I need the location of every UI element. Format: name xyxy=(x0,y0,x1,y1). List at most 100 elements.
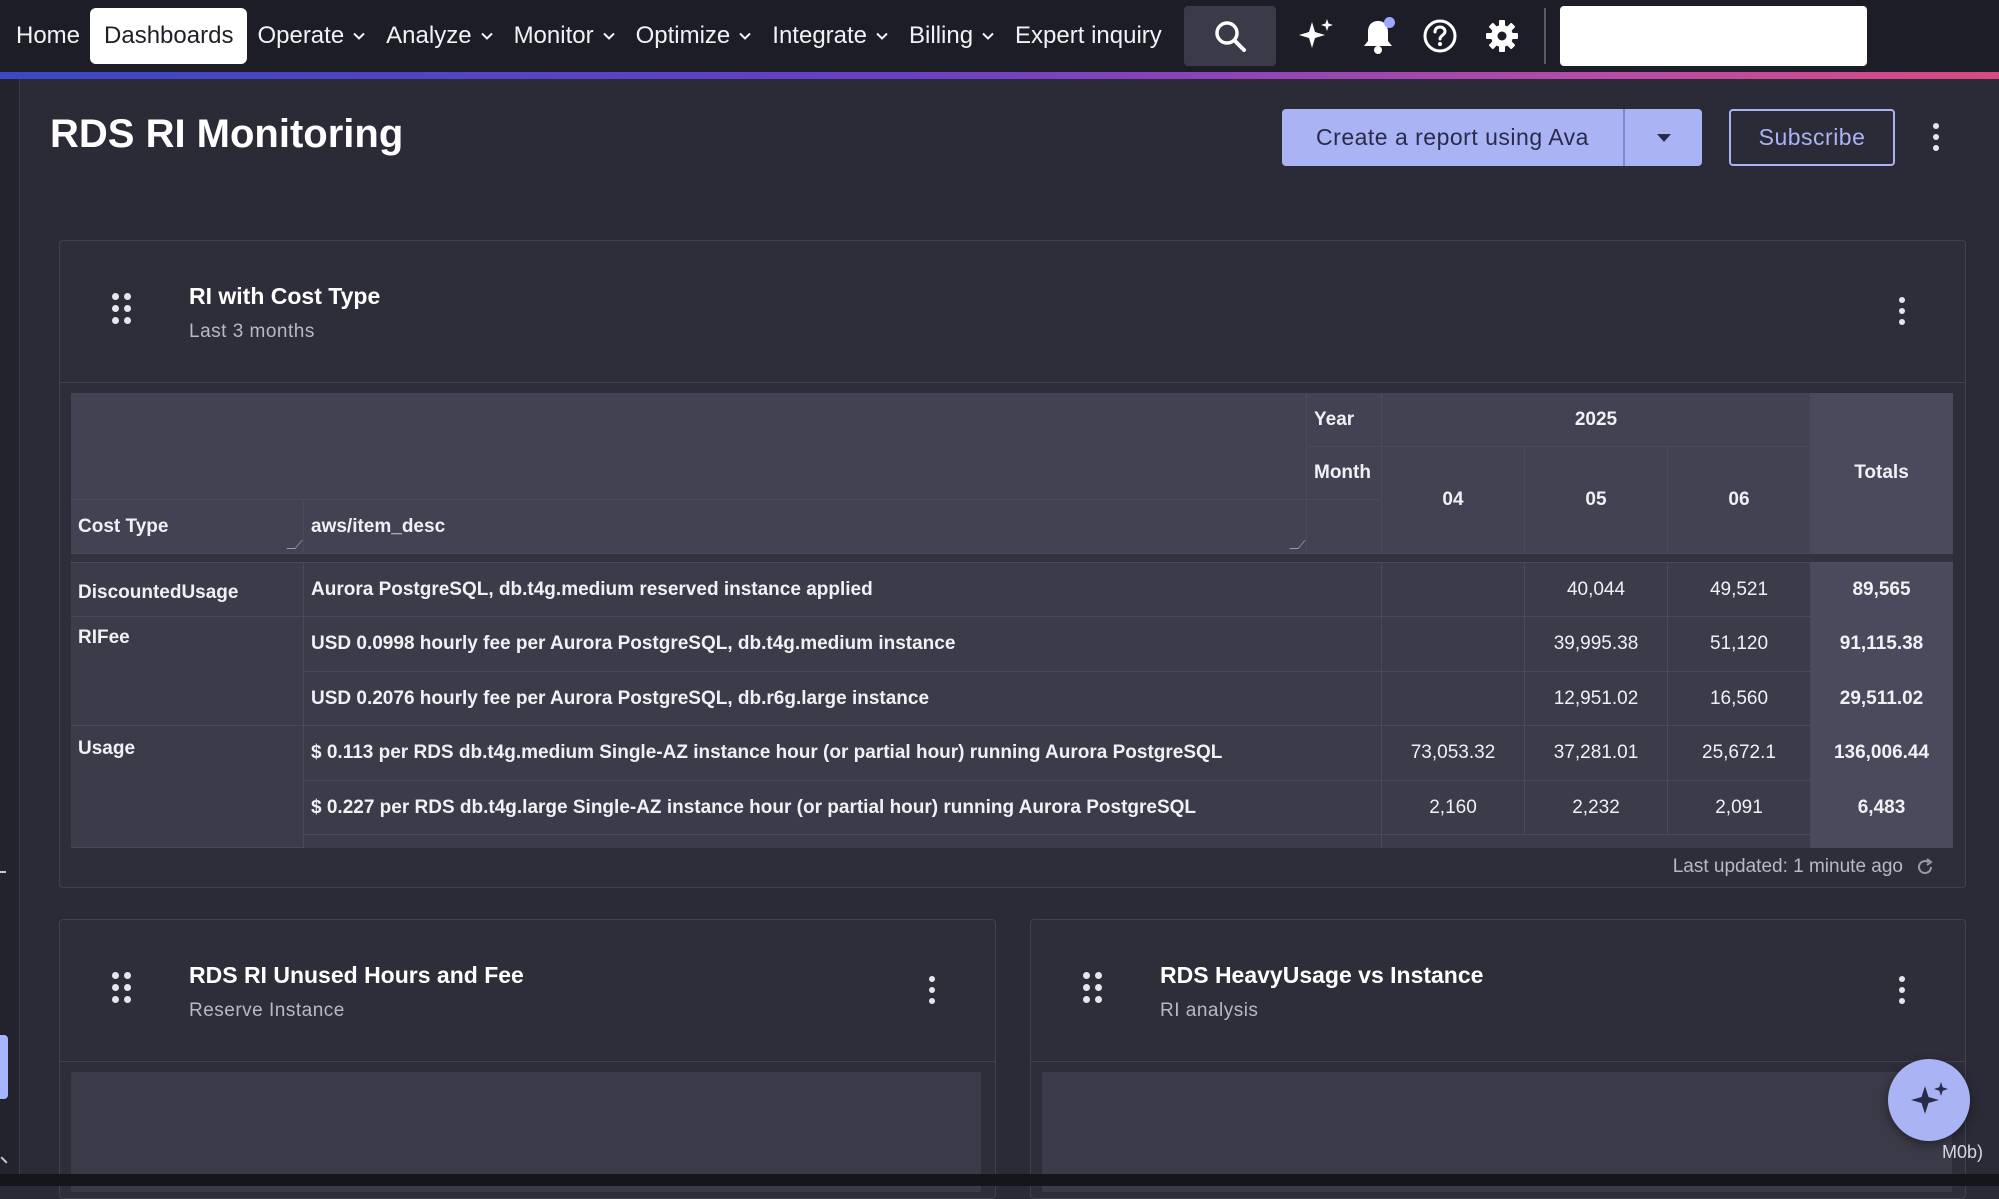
nav-optimize-label: Optimize xyxy=(635,22,731,49)
ava-assistant-fab[interactable] xyxy=(1888,1059,1970,1141)
cost-type-usage: Usage xyxy=(71,726,304,848)
card-more-menu-icon[interactable] xyxy=(1887,291,1917,331)
help-button[interactable] xyxy=(1418,14,1462,58)
header-filler xyxy=(1307,500,1382,554)
table-cell: 12,951.02 xyxy=(1525,672,1668,726)
account-selector[interactable] xyxy=(1559,6,1867,66)
nav-monitor-label: Monitor xyxy=(513,22,594,49)
table-cell-total: 136,006.44 xyxy=(1811,726,1953,781)
nav-analyze-label: Analyze xyxy=(386,22,472,49)
last-updated-status: Last updated: 1 minute ago xyxy=(1673,856,1935,878)
drag-handle-icon[interactable] xyxy=(1083,972,1103,1004)
cost-type-rifee: RIFee xyxy=(71,617,304,726)
ai-assistant-button[interactable] xyxy=(1294,14,1338,58)
sparkle-icon xyxy=(1298,19,1333,48)
chevron-down-icon xyxy=(602,32,615,40)
table-row-partial xyxy=(1811,835,1953,848)
nav-operate[interactable]: Operate xyxy=(247,8,376,64)
bottom-bar xyxy=(0,1174,1999,1186)
table-row-partial xyxy=(304,835,1382,848)
drag-handle-icon[interactable] xyxy=(112,972,132,1004)
nav-optimize[interactable]: Optimize xyxy=(626,8,763,64)
nav-integrate-label: Integrate xyxy=(772,22,868,49)
nav-operate-label: Operate xyxy=(257,22,345,49)
nav-integrate[interactable]: Integrate xyxy=(762,8,899,64)
last-updated-text: Last updated: 1 minute ago xyxy=(1672,856,1903,877)
corner-tag: M0b) xyxy=(1942,1142,1984,1162)
month-col-04: 04 xyxy=(1382,447,1525,554)
header-separator xyxy=(71,554,1953,563)
cost-type-header[interactable]: Cost Type xyxy=(71,500,304,554)
table-cell: 2,091 xyxy=(1668,781,1811,835)
item-desc-header[interactable]: aws/item_desc xyxy=(304,500,1307,554)
refresh-icon[interactable] xyxy=(1915,857,1935,877)
settings-button[interactable] xyxy=(1480,14,1524,58)
chevron-down-icon xyxy=(739,32,751,40)
nav-expert-inquiry[interactable]: Expert inquiry xyxy=(1005,8,1172,64)
cost-type-header-label: Cost Type xyxy=(78,515,169,537)
search-button[interactable] xyxy=(1183,6,1276,66)
table-cell: 16,560 xyxy=(1668,672,1811,726)
create-report-ava-button[interactable]: Create a report using Ava xyxy=(1282,109,1623,166)
column-resize-handle[interactable] xyxy=(1289,540,1306,549)
subscribe-button[interactable]: Subscribe xyxy=(1729,109,1895,166)
card-more-menu-icon[interactable] xyxy=(917,970,947,1010)
card-more-menu-icon[interactable] xyxy=(1887,970,1917,1010)
notifications-button[interactable] xyxy=(1356,14,1400,58)
nav-dashboards[interactable]: Dashboards xyxy=(90,8,248,64)
rail-tick xyxy=(0,871,6,873)
item-desc-header-label: aws/item_desc xyxy=(311,515,446,537)
drag-handle-icon[interactable] xyxy=(112,293,132,325)
cost-type-discountedusage: DiscountedUsage xyxy=(71,563,304,617)
notification-dot xyxy=(1383,17,1395,28)
top-nav: Home Dashboards Operate Analyze Monitor … xyxy=(0,0,1999,72)
table-row-desc: Aurora PostgreSQL, db.t4g.medium reserve… xyxy=(304,563,1382,617)
help-icon xyxy=(1423,19,1457,53)
search-icon xyxy=(1215,21,1246,52)
column-resize-handle[interactable] xyxy=(286,540,303,549)
table-cell: 25,672.1 xyxy=(1668,726,1811,781)
rds-ri-unused-card: RDS RI Unused Hours and Fee Reserve Inst… xyxy=(59,919,996,1199)
rail-active-marker[interactable] xyxy=(0,1035,8,1099)
table-cell-total: 6,483 xyxy=(1811,781,1953,835)
year-label: Year xyxy=(1307,393,1382,447)
table-cell: 2,160 xyxy=(1382,781,1525,835)
table-row-desc: $ 0.113 per RDS db.t4g.medium Single-AZ … xyxy=(304,726,1382,781)
ava-dropdown-button[interactable] xyxy=(1625,109,1702,166)
caret-down-icon xyxy=(1656,133,1671,142)
table-cell: 51,120 xyxy=(1668,617,1811,672)
month-col-06: 06 xyxy=(1668,447,1811,554)
nav-home-label: Home xyxy=(16,22,81,49)
card-header: RDS RI Unused Hours and Fee Reserve Inst… xyxy=(60,920,995,1062)
card-header: RDS HeavyUsage vs Instance RI analysis xyxy=(1031,920,1965,1062)
card-title: RI with Cost Type xyxy=(189,283,381,309)
rds-heavyusage-card: RDS HeavyUsage vs Instance RI analysis xyxy=(1030,919,1966,1199)
nav-accent-bar xyxy=(0,72,1999,79)
page-more-menu-icon[interactable] xyxy=(1921,117,1951,157)
table-cell-total: 89,565 xyxy=(1811,563,1953,617)
chevron-down-icon xyxy=(480,32,493,40)
table-cell: 2,232 xyxy=(1525,781,1668,835)
nav-billing-label: Billing xyxy=(909,22,974,49)
nav-billing[interactable]: Billing xyxy=(899,8,1005,64)
page-title: RDS RI Monitoring xyxy=(50,112,404,156)
nav-divider xyxy=(1543,8,1546,64)
card-title: RDS HeavyUsage vs Instance xyxy=(1160,962,1484,988)
ri-cost-type-card: RI with Cost Type Last 3 months Year 202… xyxy=(59,240,1966,888)
card-header: RI with Cost Type Last 3 months xyxy=(60,241,1965,383)
card-subtitle: RI analysis xyxy=(1160,1000,1259,1021)
table-cell: 73,053.32 xyxy=(1382,726,1525,781)
table-row-desc: USD 0.2076 hourly fee per Aurora Postgre… xyxy=(304,672,1382,726)
card-subtitle: Last 3 months xyxy=(189,321,315,342)
month-label: Month xyxy=(1307,447,1382,500)
nav-analyze[interactable]: Analyze xyxy=(376,8,503,64)
gear-icon xyxy=(1485,20,1518,52)
year-value: 2025 xyxy=(1382,393,1811,447)
nav-dashboards-label: Dashboards xyxy=(104,22,234,49)
rail-expand-icon[interactable] xyxy=(0,1156,8,1164)
nav-monitor[interactable]: Monitor xyxy=(504,8,626,64)
table-cell-total: 91,115.38 xyxy=(1811,617,1953,672)
left-rail xyxy=(0,79,20,1174)
chevron-down-icon xyxy=(982,32,994,40)
nav-home[interactable]: Home xyxy=(6,8,90,64)
